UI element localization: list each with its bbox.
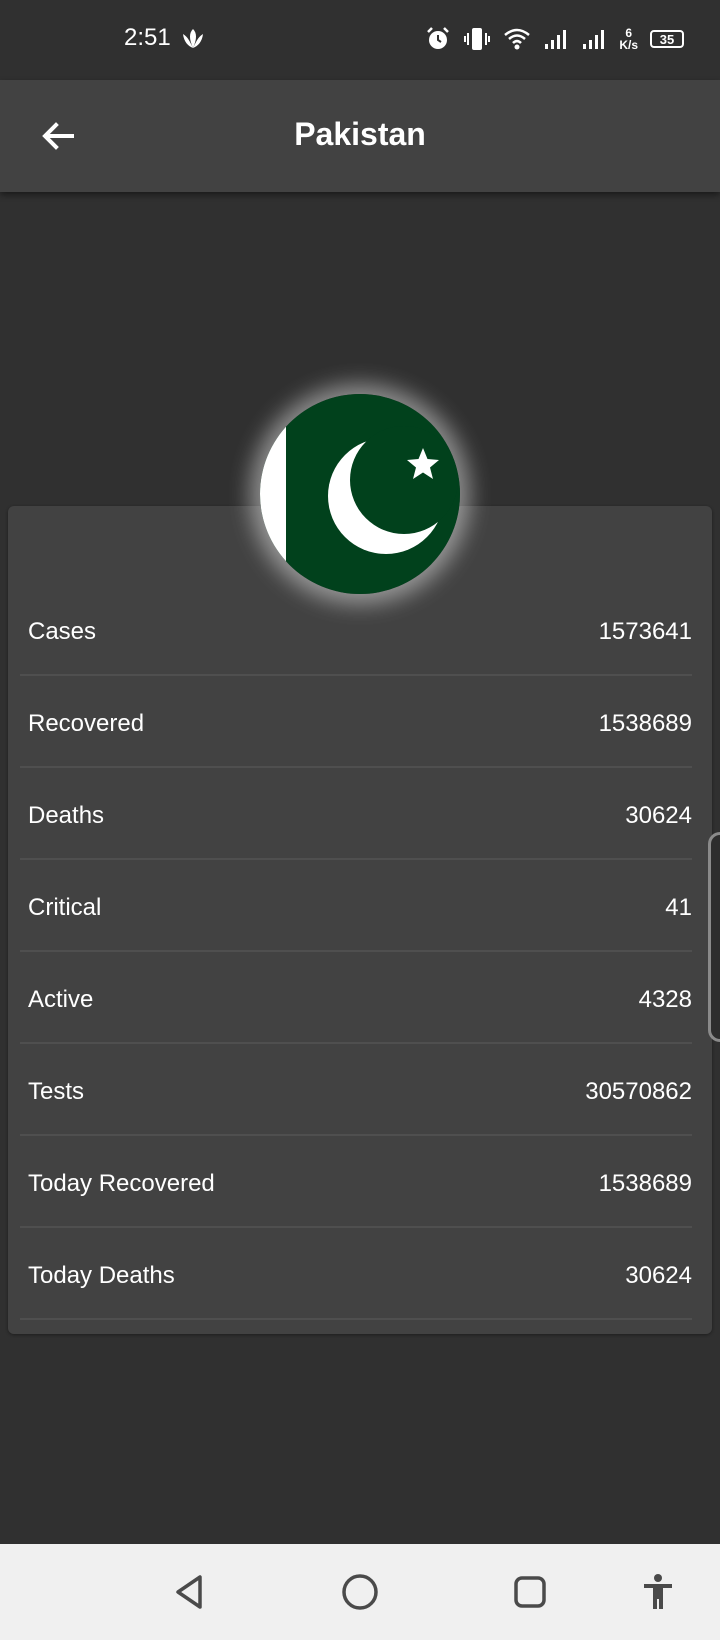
app-bar: Pakistan <box>0 80 720 192</box>
vibrate-icon <box>463 26 491 52</box>
nav-accessibility-button[interactable] <box>636 1570 680 1614</box>
stat-label: Deaths <box>28 802 105 829</box>
stat-label: Recovered <box>28 710 145 737</box>
battery-level: 35 <box>659 31 675 47</box>
country-flag <box>260 394 460 594</box>
stat-value: 30624 <box>625 802 692 829</box>
stat-row-tests: Tests 30570862 <box>20 1044 692 1136</box>
stat-value: 1538689 <box>598 710 692 737</box>
stat-row-critical: Critical 41 <box>20 860 692 952</box>
stat-label: Today Deaths <box>28 1262 175 1289</box>
leaf-notification-icon <box>180 26 206 52</box>
stat-label: Active <box>28 986 94 1013</box>
home-circle-icon <box>342 1574 378 1610</box>
signal-2-icon <box>581 27 607 51</box>
pakistan-flag-icon <box>260 394 460 594</box>
battery-icon: 35 <box>650 30 684 48</box>
stat-value: 1538689 <box>598 1170 692 1197</box>
network-speed: 6 K/s <box>619 27 638 51</box>
status-bar: 2:51 6 K/s 35 <box>0 0 720 80</box>
page-title: Pakistan <box>294 116 426 152</box>
network-speed-unit: K/s <box>619 38 638 52</box>
nav-home-button[interactable] <box>338 1570 382 1614</box>
stat-label: Critical <box>28 894 102 921</box>
stat-label: Tests <box>28 1078 85 1105</box>
back-triangle-icon <box>176 1575 202 1609</box>
stat-row-deaths: Deaths 30624 <box>20 768 692 860</box>
nav-recents-button[interactable] <box>508 1570 552 1614</box>
system-nav-bar <box>0 1544 720 1640</box>
stat-value: 41 <box>665 894 692 921</box>
nav-back-button[interactable] <box>168 1570 212 1614</box>
recents-square-icon <box>514 1576 546 1608</box>
stat-row-cases: Cases 1573641 <box>20 584 692 676</box>
stat-label: Today Recovered <box>28 1170 215 1197</box>
alarm-icon <box>425 26 451 52</box>
stat-value: 30570862 <box>585 1078 692 1105</box>
stat-row-today-deaths: Today Deaths 30624 <box>20 1228 692 1320</box>
signal-1-icon <box>543 27 569 51</box>
status-icons: 6 K/s 35 <box>425 24 684 54</box>
edge-panel-handle[interactable] <box>708 832 720 1042</box>
stat-label: Cases <box>28 618 97 645</box>
stats-list: Cases 1573641 Recovered 1538689 Deaths 3… <box>20 584 692 1320</box>
status-time: 2:51 <box>124 24 171 51</box>
stat-row-today-recovered: Today Recovered 1538689 <box>20 1136 692 1228</box>
stat-row-recovered: Recovered 1538689 <box>20 676 692 768</box>
wifi-icon <box>503 26 531 52</box>
stat-value: 30624 <box>625 1262 692 1289</box>
stat-value: 1573641 <box>598 618 692 645</box>
stat-row-active: Active 4328 <box>20 952 692 1044</box>
accessibility-icon <box>644 1574 672 1609</box>
stat-value: 4328 <box>638 986 692 1013</box>
